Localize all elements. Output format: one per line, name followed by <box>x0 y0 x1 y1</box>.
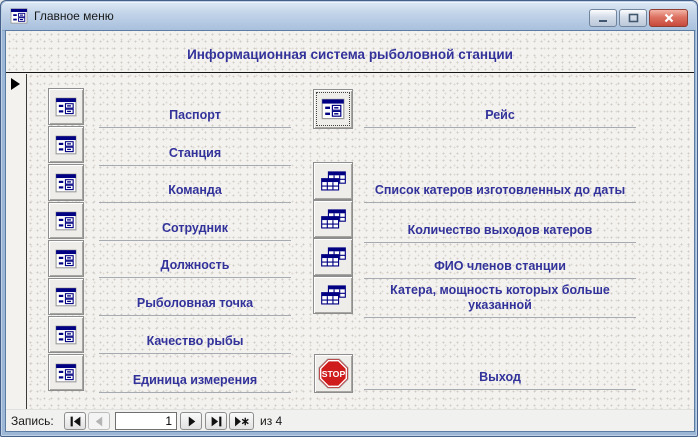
query-icon <box>320 170 347 193</box>
record-number-input[interactable] <box>115 412 177 430</box>
menu-label-spisok-katerov: Список катеров изготовленных до даты <box>364 179 636 203</box>
next-record-icon <box>185 415 198 428</box>
window-title: Главное меню <box>34 9 114 23</box>
query-spisok-katerov-button[interactable] <box>313 162 353 200</box>
menu-label-stanciya: Станция <box>99 141 291 166</box>
current-record-marker-icon <box>11 78 20 90</box>
maximize-button[interactable] <box>619 9 647 27</box>
query-icon <box>320 284 347 307</box>
form-icon <box>321 98 345 120</box>
open-kachestvo-ryby-button[interactable] <box>48 316 84 353</box>
query-fio-chlenov-button[interactable] <box>313 238 353 276</box>
last-record-button[interactable] <box>205 412 227 430</box>
query-kolichestvo-vyhodov-button[interactable] <box>313 200 353 238</box>
form-icon <box>55 249 77 269</box>
query-katera-moshchnost-button[interactable] <box>313 276 353 314</box>
window-client-area: Информационная система рыболовной станци… <box>5 30 695 432</box>
menu-label-passport: Паспорт <box>99 104 291 128</box>
open-stanciya-button[interactable] <box>48 126 84 163</box>
form-title: Информационная система рыболовной станци… <box>187 47 513 62</box>
query-icon <box>320 246 347 269</box>
titlebar[interactable]: Главное меню <box>2 2 696 31</box>
minimize-icon <box>598 14 608 23</box>
main-menu-form: Информационная система рыболовной станци… <box>6 31 694 409</box>
open-sotrudnik-button[interactable] <box>48 202 84 239</box>
open-reys-button[interactable] <box>313 89 353 129</box>
record-navigation-bar: Запись: из 4 <box>6 409 694 431</box>
next-record-button[interactable] <box>180 412 202 430</box>
form-icon <box>55 325 77 345</box>
open-passport-button[interactable] <box>48 88 84 125</box>
menu-label-kachestvo-ryby: Качество рыбы <box>99 328 291 354</box>
form-icon <box>55 287 77 307</box>
record-count-label: из 4 <box>260 414 282 428</box>
form-icon <box>55 363 77 383</box>
open-rybolovnaya-tochka-button[interactable] <box>48 278 84 315</box>
menu-label-sotrudnik: Сотрудник <box>99 216 291 241</box>
open-komanda-button[interactable] <box>48 164 84 201</box>
menu-label-fio-chlenov: ФИО членов станции <box>364 256 636 279</box>
previous-record-button[interactable] <box>88 412 110 430</box>
stop-icon <box>318 358 349 389</box>
window: Главное меню Информационная система рыбо… <box>0 0 698 437</box>
first-record-icon <box>69 415 82 428</box>
query-icon <box>320 208 347 231</box>
menu-label-komanda: Команда <box>99 179 291 203</box>
exit-button[interactable] <box>314 354 353 393</box>
new-record-button[interactable] <box>229 412 254 430</box>
open-dolzhnost-button[interactable] <box>48 240 84 277</box>
last-record-icon <box>210 415 223 428</box>
menu-label-katera-moshchnost: Катера, мощность которых больше указанно… <box>364 286 636 318</box>
menu-label-rybolovnaya-tochka: Рыболовная точка <box>99 291 291 316</box>
first-record-button[interactable] <box>64 412 86 430</box>
menu-label-kolichestvo-vyhodov: Количество выходов катеров <box>364 219 636 243</box>
form-icon <box>55 135 77 155</box>
minimize-button[interactable] <box>589 9 617 27</box>
form-icon <box>55 97 77 117</box>
form-header: Информационная система рыболовной станци… <box>6 31 694 73</box>
new-record-icon <box>234 415 249 428</box>
close-button[interactable] <box>649 9 688 27</box>
form-icon <box>10 8 28 24</box>
close-icon <box>664 13 674 23</box>
record-selector-bar[interactable] <box>6 74 27 409</box>
menu-label-reys: Рейс <box>364 104 636 128</box>
record-nav-label: Запись: <box>11 414 54 428</box>
menu-label-dolzhnost: Должность <box>99 253 291 278</box>
open-edinica-izmereniya-button[interactable] <box>48 354 84 391</box>
previous-record-icon <box>93 415 106 428</box>
menu-label-edinica-izmereniya: Единица измерения <box>99 367 291 393</box>
form-icon <box>55 211 77 231</box>
window-controls <box>589 9 688 27</box>
form-icon <box>55 173 77 193</box>
menu-label-vyhod: Выход <box>364 371 636 390</box>
maximize-icon <box>628 13 639 23</box>
